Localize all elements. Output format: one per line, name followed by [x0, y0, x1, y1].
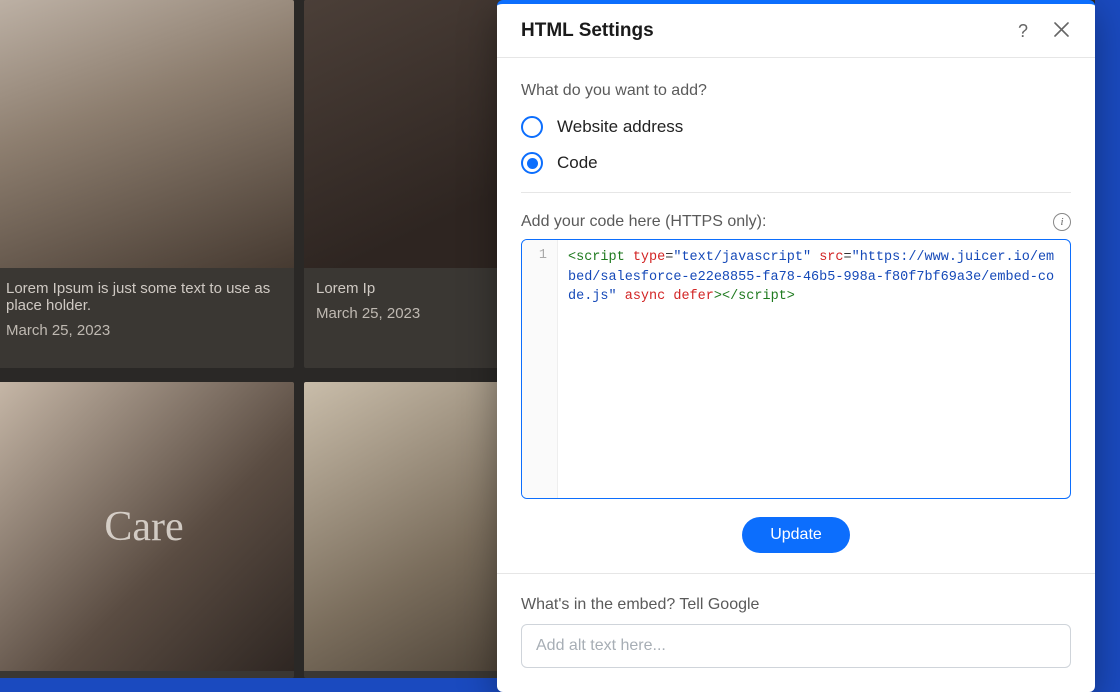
radio-website-address[interactable]: Website address [521, 116, 1071, 138]
code-gutter: 1 [522, 240, 558, 498]
line-number: 1 [522, 248, 557, 263]
alt-text-input[interactable] [521, 624, 1071, 668]
help-icon[interactable]: ? [1016, 20, 1030, 42]
close-icon[interactable] [1052, 20, 1071, 42]
card-word: Care [104, 503, 183, 551]
update-button[interactable]: Update [742, 517, 850, 553]
modal-title: HTML Settings [521, 20, 654, 42]
card-date: March 25, 2023 [6, 322, 282, 339]
radio-label: Code [557, 153, 598, 173]
alt-text-label: What's in the embed? Tell Google [521, 596, 1071, 614]
gallery-card[interactable]: Lorem Ipsum is just some text to use as … [0, 0, 294, 368]
code-editor[interactable]: 1 <script type="text/javascript" src="ht… [521, 239, 1071, 499]
radio-code[interactable]: Code [521, 152, 1071, 174]
modal-header: HTML Settings ? [497, 4, 1095, 58]
card-image [0, 0, 294, 268]
html-settings-modal: HTML Settings ? What do you want to add?… [497, 0, 1095, 692]
app-chrome-strip [1095, 0, 1120, 678]
radio-indicator [521, 152, 543, 174]
code-section-label: Add your code here (HTTPS only): [521, 213, 766, 231]
divider [521, 192, 1071, 193]
info-icon[interactable]: i [1053, 213, 1071, 231]
gallery-card[interactable]: Care [0, 382, 294, 678]
radio-indicator [521, 116, 543, 138]
add-type-question: What do you want to add? [521, 82, 1071, 100]
card-description: Lorem Ipsum is just some text to use as … [6, 280, 282, 314]
card-image: Care [0, 382, 294, 671]
code-textarea[interactable]: <script type="text/javascript" src="http… [558, 240, 1070, 498]
radio-label: Website address [557, 117, 683, 137]
